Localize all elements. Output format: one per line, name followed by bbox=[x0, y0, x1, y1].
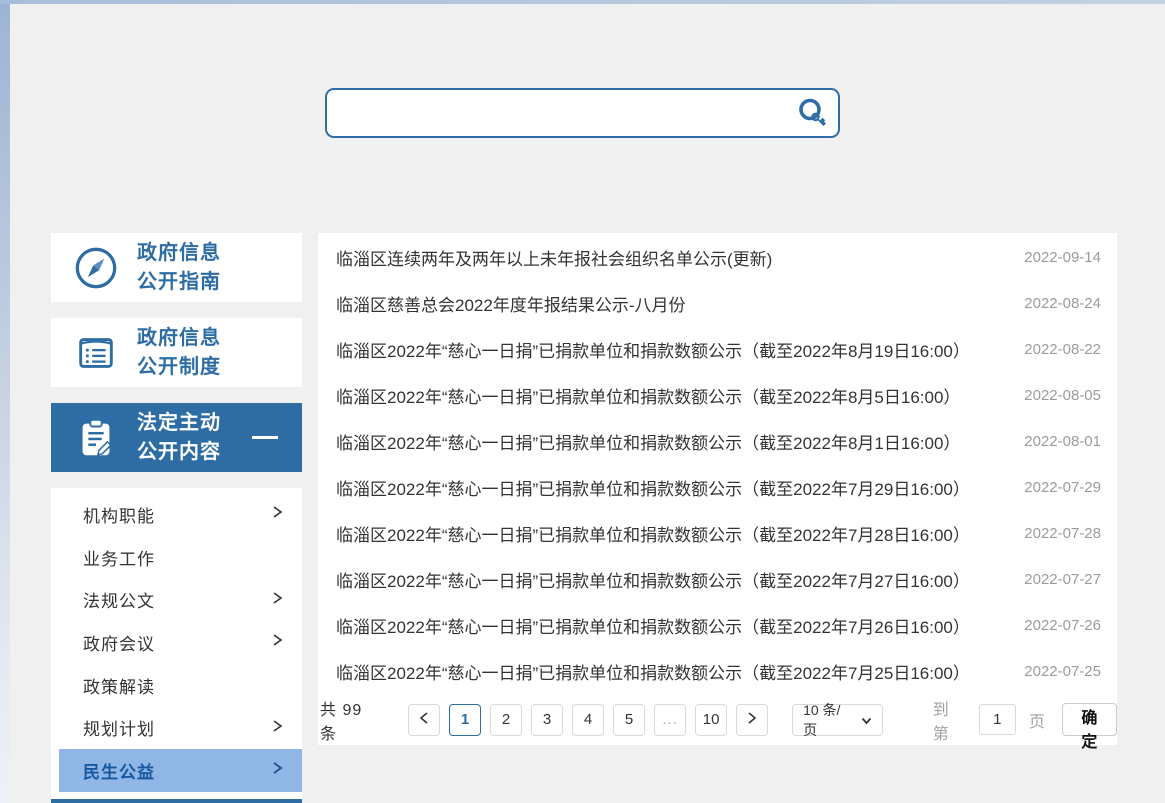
chevron-right-icon bbox=[271, 504, 284, 524]
pagination: 共 99 条 1 2 3 4 5 ... 10 10 条/页 到第 页 确定 bbox=[318, 694, 1117, 745]
news-title[interactable]: 临淄区2022年“慈心一日捐”已捐款单位和捐款数额公示（截至2022年7月28日… bbox=[336, 521, 1004, 546]
page-button-10[interactable]: 10 bbox=[695, 704, 727, 736]
submenu-label: 机构职能 bbox=[83, 502, 271, 527]
goto-page-group: 到第 页 确定 bbox=[933, 696, 1117, 744]
submenu-label: 民生公益 bbox=[83, 758, 271, 783]
page-size-select[interactable]: 10 条/页 bbox=[792, 704, 883, 736]
prev-page-button[interactable] bbox=[408, 704, 440, 736]
news-title[interactable]: 临淄区2022年“慈心一日捐”已捐款单位和捐款数额公示（截至2022年8月5日1… bbox=[336, 383, 1004, 408]
page-button-3[interactable]: 3 bbox=[531, 704, 563, 736]
news-date: 2022-09-14 bbox=[1024, 249, 1101, 266]
news-date: 2022-07-27 bbox=[1024, 571, 1101, 588]
sidebar-card-line: 公开指南 bbox=[137, 268, 221, 297]
sidebar-item-planning[interactable]: 规划计划 bbox=[51, 706, 302, 749]
chevron-right-icon bbox=[271, 590, 284, 610]
sidebar-card-line: 公开制度 bbox=[137, 353, 221, 382]
search-box bbox=[325, 88, 840, 138]
submenu-label: 业务工作 bbox=[83, 545, 284, 570]
collapse-minus-icon[interactable] bbox=[252, 436, 278, 439]
submenu-label: 法规公文 bbox=[83, 587, 271, 612]
page-button-5[interactable]: 5 bbox=[613, 704, 645, 736]
goto-suffix-label: 页 bbox=[1029, 708, 1046, 732]
news-date: 2022-07-26 bbox=[1024, 617, 1101, 634]
left-edge-gradient bbox=[0, 0, 10, 803]
list-item[interactable]: 临淄区2022年“慈心一日捐”已捐款单位和捐款数额公示（截至2022年7月26日… bbox=[318, 602, 1117, 648]
news-title[interactable]: 临淄区2022年“慈心一日捐”已捐款单位和捐款数额公示（截至2022年7月29日… bbox=[336, 475, 1004, 500]
page-size-value: 10 条/页 bbox=[803, 700, 854, 740]
page-button-4[interactable]: 4 bbox=[572, 704, 604, 736]
sidebar-item-gov-meetings[interactable]: 政府会议 bbox=[51, 621, 302, 664]
total-count: 共 99 条 bbox=[320, 696, 384, 744]
news-title[interactable]: 临淄区2022年“慈心一日捐”已捐款单位和捐款数额公示（截至2022年7月26日… bbox=[336, 613, 1004, 638]
sidebar-card-line: 政府信息 bbox=[137, 239, 221, 268]
list-item[interactable]: 临淄区连续两年及两年以上未年报社会组织名单公示(更新) 2022-09-14 bbox=[318, 234, 1117, 280]
submenu-label: 规划计划 bbox=[83, 715, 271, 740]
chevron-down-icon bbox=[861, 712, 872, 728]
list-item[interactable]: 临淄区2022年“慈心一日捐”已捐款单位和捐款数额公示（截至2022年8月5日1… bbox=[318, 372, 1117, 418]
news-date: 2022-08-05 bbox=[1024, 387, 1101, 404]
list-item[interactable]: 临淄区2022年“慈心一日捐”已捐款单位和捐款数额公示（截至2022年8月19日… bbox=[318, 326, 1117, 372]
news-title[interactable]: 临淄区2022年“慈心一日捐”已捐款单位和捐款数额公示（截至2022年8月1日1… bbox=[336, 429, 1004, 454]
page-ellipsis-button[interactable]: ... bbox=[654, 704, 686, 736]
submenu-label: 政策解读 bbox=[83, 673, 284, 698]
document-list-icon bbox=[71, 328, 121, 378]
sidebar-card-line: 法定主动 bbox=[137, 409, 221, 438]
sidebar-item-business-work[interactable]: 业务工作 bbox=[51, 536, 302, 579]
chevron-right-icon bbox=[271, 632, 284, 652]
sidebar-submenu: 机构职能 业务工作 法规公文 政府会议 政策解读 规划计划 民生 bbox=[51, 488, 302, 803]
compass-icon bbox=[71, 243, 121, 293]
chevron-right-icon bbox=[271, 718, 284, 738]
sidebar-bottom-accent bbox=[51, 799, 302, 803]
list-item[interactable]: 临淄区2022年“慈心一日捐”已捐款单位和捐款数额公示（截至2022年7月27日… bbox=[318, 556, 1117, 602]
news-title[interactable]: 临淄区2022年“慈心一日捐”已捐款单位和捐款数额公示（截至2022年7月25日… bbox=[336, 659, 1004, 684]
confirm-button[interactable]: 确定 bbox=[1062, 703, 1117, 736]
page-button-1[interactable]: 1 bbox=[449, 704, 481, 736]
news-title[interactable]: 临淄区2022年“慈心一日捐”已捐款单位和捐款数额公示（截至2022年8月19日… bbox=[336, 337, 1004, 362]
sidebar-item-gov-info-system[interactable]: 政府信息 公开制度 bbox=[51, 318, 302, 387]
chevron-right-icon bbox=[746, 711, 758, 729]
list-item[interactable]: 临淄区2022年“慈心一日捐”已捐款单位和捐款数额公示（截至2022年7月25日… bbox=[318, 648, 1117, 694]
top-edge-gradient bbox=[0, 0, 1165, 4]
chevron-left-icon bbox=[418, 711, 430, 729]
search-key-icon bbox=[795, 96, 829, 130]
sidebar-item-policy-interpretation[interactable]: 政策解读 bbox=[51, 664, 302, 707]
news-date: 2022-07-29 bbox=[1024, 479, 1101, 496]
chevron-right-icon bbox=[271, 760, 284, 780]
news-title[interactable]: 临淄区2022年“慈心一日捐”已捐款单位和捐款数额公示（截至2022年7月27日… bbox=[336, 567, 1004, 592]
next-page-button[interactable] bbox=[736, 704, 768, 736]
news-list: 临淄区连续两年及两年以上未年报社会组织名单公示(更新) 2022-09-14 临… bbox=[318, 233, 1117, 694]
goto-prefix-label: 到第 bbox=[933, 696, 966, 744]
sidebar-card-line: 公开内容 bbox=[137, 438, 221, 467]
sidebar-item-regulations[interactable]: 法规公文 bbox=[51, 578, 302, 621]
news-date: 2022-08-22 bbox=[1024, 341, 1101, 358]
news-date: 2022-08-01 bbox=[1024, 433, 1101, 450]
news-title[interactable]: 临淄区连续两年及两年以上未年报社会组织名单公示(更新) bbox=[336, 245, 1004, 270]
sidebar-item-statutory-disclosure[interactable]: 法定主动 公开内容 bbox=[51, 403, 302, 472]
search-input[interactable] bbox=[327, 90, 786, 136]
news-panel: 临淄区连续两年及两年以上未年报社会组织名单公示(更新) 2022-09-14 临… bbox=[318, 233, 1117, 745]
list-item[interactable]: 临淄区2022年“慈心一日捐”已捐款单位和捐款数额公示（截至2022年8月1日1… bbox=[318, 418, 1117, 464]
news-date: 2022-07-25 bbox=[1024, 663, 1101, 680]
submenu-label: 政府会议 bbox=[83, 630, 271, 655]
goto-page-input[interactable] bbox=[979, 704, 1016, 735]
sidebar: 政府信息 公开指南 政府信息 公开制度 bbox=[51, 233, 302, 803]
sidebar-item-gov-info-guide[interactable]: 政府信息 公开指南 bbox=[51, 233, 302, 302]
search-button[interactable] bbox=[786, 90, 838, 136]
sidebar-item-livelihood-welfare[interactable]: 民生公益 bbox=[59, 749, 302, 792]
news-date: 2022-07-28 bbox=[1024, 525, 1101, 542]
list-item[interactable]: 临淄区慈善总会2022年度年报结果公示-八月份 2022-08-24 bbox=[318, 280, 1117, 326]
clipboard-pencil-icon bbox=[71, 413, 121, 463]
sidebar-card-line: 政府信息 bbox=[137, 324, 221, 353]
list-item[interactable]: 临淄区2022年“慈心一日捐”已捐款单位和捐款数额公示（截至2022年7月29日… bbox=[318, 464, 1117, 510]
list-item[interactable]: 临淄区2022年“慈心一日捐”已捐款单位和捐款数额公示（截至2022年7月28日… bbox=[318, 510, 1117, 556]
sidebar-item-agency-functions[interactable]: 机构职能 bbox=[51, 493, 302, 536]
news-title[interactable]: 临淄区慈善总会2022年度年报结果公示-八月份 bbox=[336, 291, 1004, 316]
page-button-2[interactable]: 2 bbox=[490, 704, 522, 736]
news-date: 2022-08-24 bbox=[1024, 295, 1101, 312]
